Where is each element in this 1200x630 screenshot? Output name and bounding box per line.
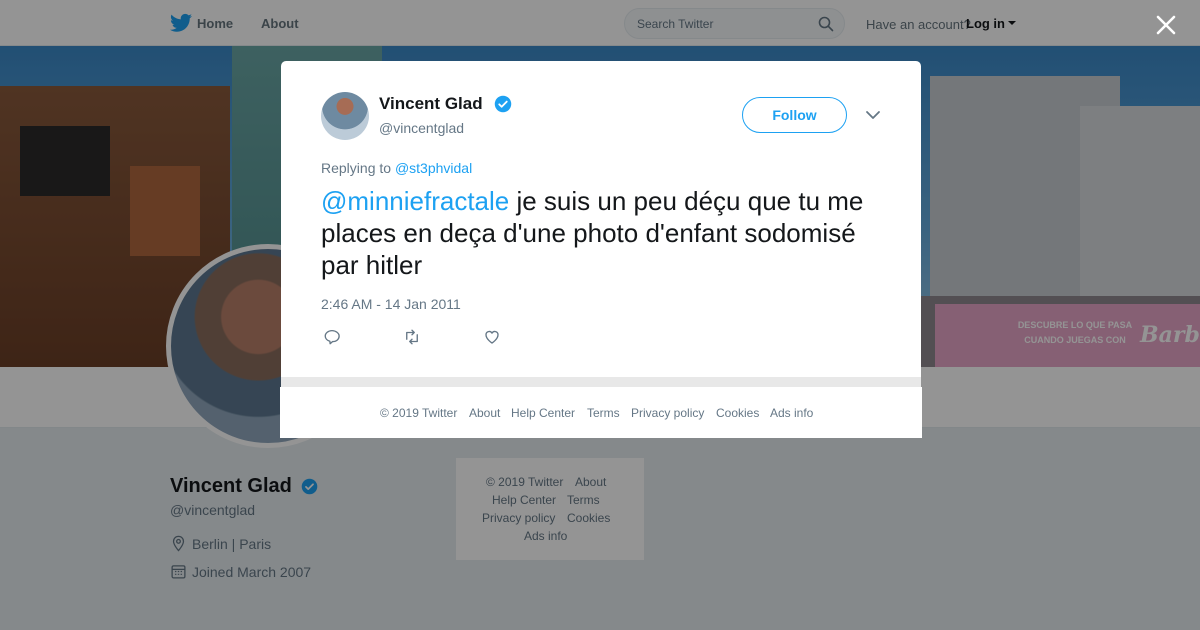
tweet-author-avatar[interactable] — [321, 92, 369, 140]
modal-footer-about-link[interactable]: About — [469, 406, 500, 420]
modal-footer: © 2019 Twitter About Help Center Terms P… — [280, 387, 922, 438]
heart-icon[interactable] — [483, 328, 501, 346]
follow-button[interactable]: Follow — [742, 97, 847, 133]
tweet-author-name[interactable]: Vincent Glad — [379, 94, 483, 114]
tweet-text: @minniefractale je suis un peu déçu que … — [321, 185, 881, 281]
retweet-icon[interactable] — [403, 328, 421, 346]
modal-divider — [281, 377, 921, 387]
chevron-down-icon[interactable] — [865, 109, 881, 121]
close-icon[interactable] — [1153, 12, 1179, 38]
modal-footer-help-link[interactable]: Help Center — [511, 406, 575, 420]
modal-footer-terms-link[interactable]: Terms — [587, 406, 620, 420]
tweet-timestamp[interactable]: 2:46 AM - 14 Jan 2011 — [321, 296, 461, 312]
modal-footer-cookies-link[interactable]: Cookies — [716, 406, 759, 420]
verified-icon — [494, 95, 512, 113]
reply-icon[interactable] — [323, 328, 341, 346]
modal-footer-copyright: © 2019 Twitter — [380, 406, 458, 420]
tweet-mention-link[interactable]: @minniefractale — [321, 186, 509, 216]
modal-footer-ads-link[interactable]: Ads info — [770, 406, 813, 420]
replying-to: Replying to @st3phvidal — [321, 160, 472, 176]
modal-footer-privacy-link[interactable]: Privacy policy — [631, 406, 704, 420]
replying-to-prefix: Replying to — [321, 160, 392, 176]
tweet-modal: Vincent Glad @vincentglad Follow Replyin… — [281, 61, 921, 377]
replying-to-link[interactable]: @st3phvidal — [395, 160, 472, 176]
tweet-author-handle[interactable]: @vincentglad — [379, 120, 464, 136]
